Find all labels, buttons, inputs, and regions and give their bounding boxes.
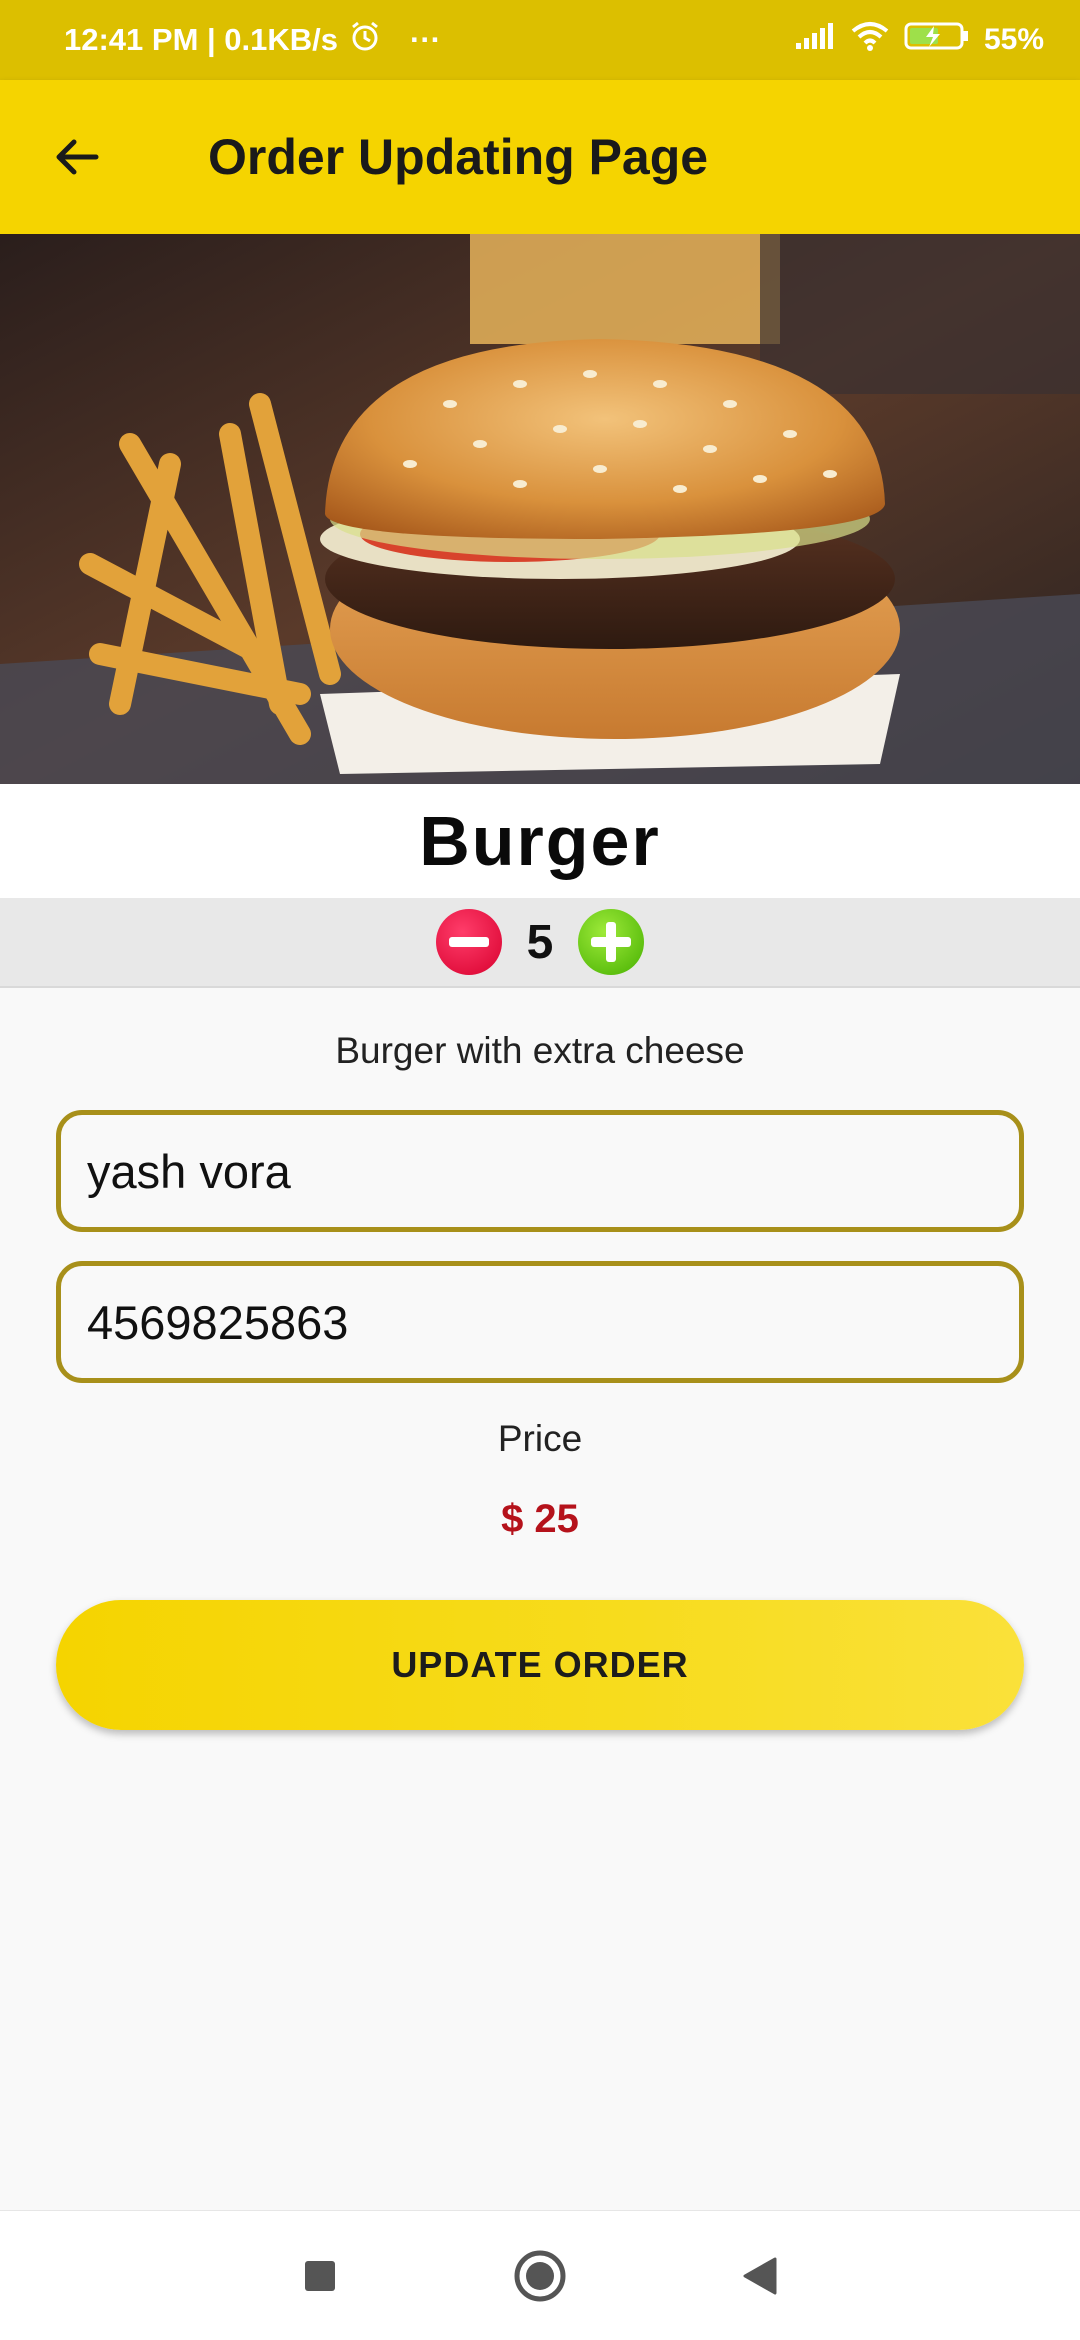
wifi-icon <box>850 20 890 60</box>
product-description: Burger with extra cheese <box>335 1030 745 1071</box>
square-icon <box>305 2260 335 2291</box>
update-order-button[interactable]: UPDATE ORDER <box>56 1600 1024 1730</box>
quantity-value: 5 <box>526 915 554 969</box>
quantity-stepper: 5 <box>0 898 1080 988</box>
phone-field[interactable] <box>56 1261 1024 1383</box>
battery-percent: 55% <box>983 23 1044 56</box>
minus-icon[interactable] <box>436 909 502 975</box>
more-dots: ··· <box>410 22 442 57</box>
status-left: 12:41 PM | 0.1KB/s ··· <box>64 19 441 61</box>
price-label: Price <box>497 1418 583 1459</box>
recents-button[interactable] <box>285 2241 355 2311</box>
product-name-section: Burger <box>0 784 1080 898</box>
price-value: $ 25 <box>501 1497 579 1541</box>
status-right: 55% <box>794 20 1044 60</box>
name-input[interactable] <box>87 1143 1019 1199</box>
name-field[interactable] <box>56 1110 1024 1232</box>
phone-input[interactable] <box>87 1294 1019 1350</box>
status-bar: 12:41 PM | 0.1KB/s ··· 55% <box>0 0 1080 80</box>
signal-icon <box>794 21 836 59</box>
back-arrow-icon <box>56 139 99 175</box>
product-name: Burger <box>419 802 661 880</box>
system-nav-bar <box>0 2210 1080 2340</box>
product-image <box>0 234 1080 784</box>
home-button[interactable] <box>505 2241 575 2311</box>
page-title: Order Updating Page <box>208 129 709 185</box>
app-bar: Order Updating Page <box>0 80 1080 234</box>
back-button[interactable] <box>32 112 122 202</box>
plus-icon[interactable] <box>578 909 644 975</box>
triangle-back-icon <box>743 2257 777 2294</box>
back-nav-button[interactable] <box>725 2241 795 2311</box>
alarm-icon <box>348 19 382 61</box>
circle-icon <box>514 2250 566 2301</box>
status-time-speed: 12:41 PM | 0.1KB/s <box>64 22 339 57</box>
battery-icon <box>904 20 970 60</box>
